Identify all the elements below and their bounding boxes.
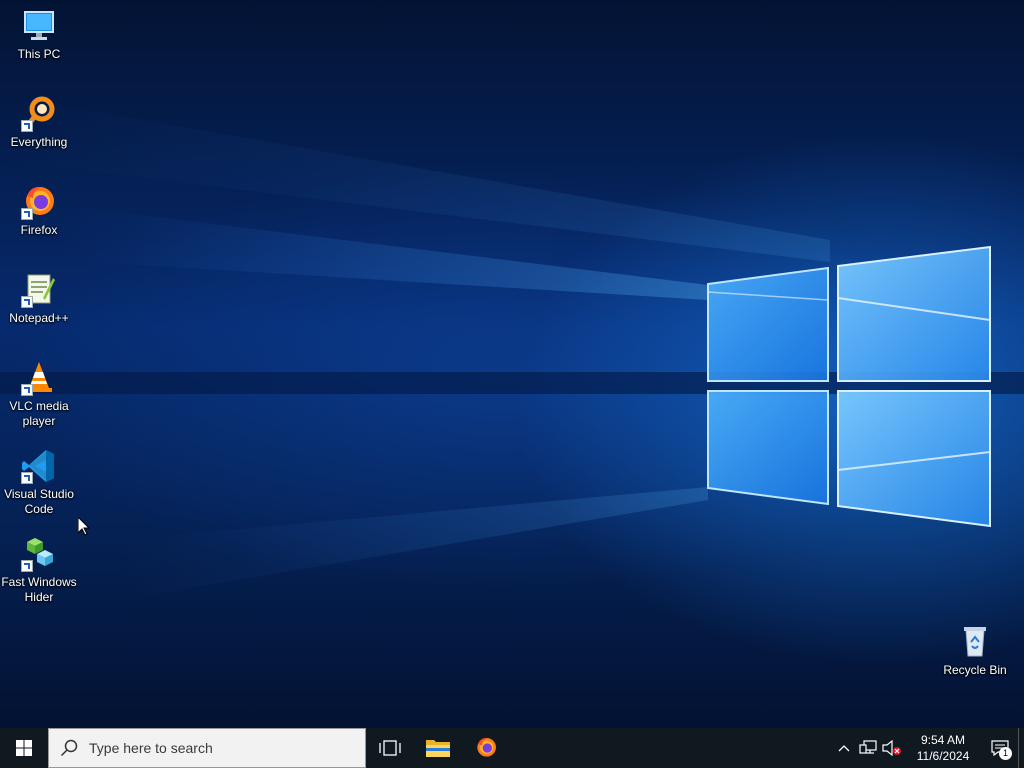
mouse-cursor-icon [77,515,91,541]
shortcut-arrow-icon [21,208,33,220]
desktop-icon-label: Visual Studio Code [4,487,74,516]
desktop-icon-label: VLC media player [9,399,69,428]
search-icon [49,739,89,757]
firefox-taskbar-button[interactable] [462,728,510,768]
desktop-icon-notepad-plus-plus[interactable]: Notepad++ [0,272,78,326]
start-button[interactable] [0,728,48,768]
desktop-icon-this-pc[interactable]: This PC [0,8,78,62]
everything-search-icon [21,96,57,132]
clock-time: 9:54 AM [920,733,966,747]
logo-pane-bottom-right [837,390,991,528]
clock-date: 11/6/2024 [916,749,970,763]
desktop-icon-label: Recycle Bin [943,663,1007,677]
shortcut-arrow-icon [21,296,33,308]
vscode-icon [21,448,57,484]
network-icon [859,740,877,754]
vlc-cone-icon [21,360,57,396]
volume-muted-icon [882,740,901,756]
desktop-icon-label: Notepad++ [9,311,69,325]
desktop-icon-firefox[interactable]: Firefox [0,184,78,238]
taskbar-clock[interactable]: 9:54 AM 11/6/2024 [908,732,978,764]
desktop-wallpaper [0,0,1024,728]
show-hidden-icons-button[interactable] [832,728,856,768]
taskbar: Type here to search 9:54 AM 11/6/2024 1 [0,728,1024,768]
logo-pane-top-right [837,245,991,382]
desktop-icon-label: Everything [10,135,68,149]
desktop-icon-label: This PC [17,47,61,61]
recycle-bin-icon [957,624,993,660]
desktop-icon-vscode[interactable]: Visual Studio Code [0,448,78,517]
taskbar-search-box[interactable]: Type here to search [48,728,366,768]
shortcut-arrow-icon [21,384,33,396]
cubes-icon [21,536,57,572]
chevron-up-icon [838,745,850,752]
task-view-icon [379,740,401,756]
firefox-icon [21,184,57,220]
show-desktop-button[interactable] [1018,728,1024,768]
task-view-button[interactable] [366,728,414,768]
system-tray: 9:54 AM 11/6/2024 1 [832,728,1024,768]
desktop-icon-recycle-bin[interactable]: Recycle Bin [936,624,1014,678]
firefox-icon [477,737,496,757]
volume-button[interactable] [880,728,904,768]
desktop-icon-fast-windows-hider[interactable]: Fast Windows Hider [0,536,78,605]
file-explorer-button[interactable] [414,728,462,768]
notification-count-badge: 1 [999,747,1012,760]
windows-logo-icon [16,740,32,756]
folder-icon [426,740,450,757]
desktop-icon-vlc[interactable]: VLC media player [0,360,78,429]
desktop-icon-label: Firefox [20,223,58,237]
network-status-button[interactable] [856,728,880,768]
search-placeholder: Type here to search [89,740,213,756]
shortcut-arrow-icon [21,560,33,572]
logo-pane-bottom-left [707,390,829,506]
action-center-button[interactable]: 1 [982,728,1018,768]
shortcut-arrow-icon [21,120,33,132]
logo-pane-top-left [707,266,829,382]
monitor-icon [21,8,57,44]
desktop-icon-everything[interactable]: Everything [0,96,78,150]
desktop-icon-label: Fast Windows Hider [1,575,77,604]
notepad-plus-plus-icon [21,272,57,308]
shortcut-arrow-icon [21,472,33,484]
